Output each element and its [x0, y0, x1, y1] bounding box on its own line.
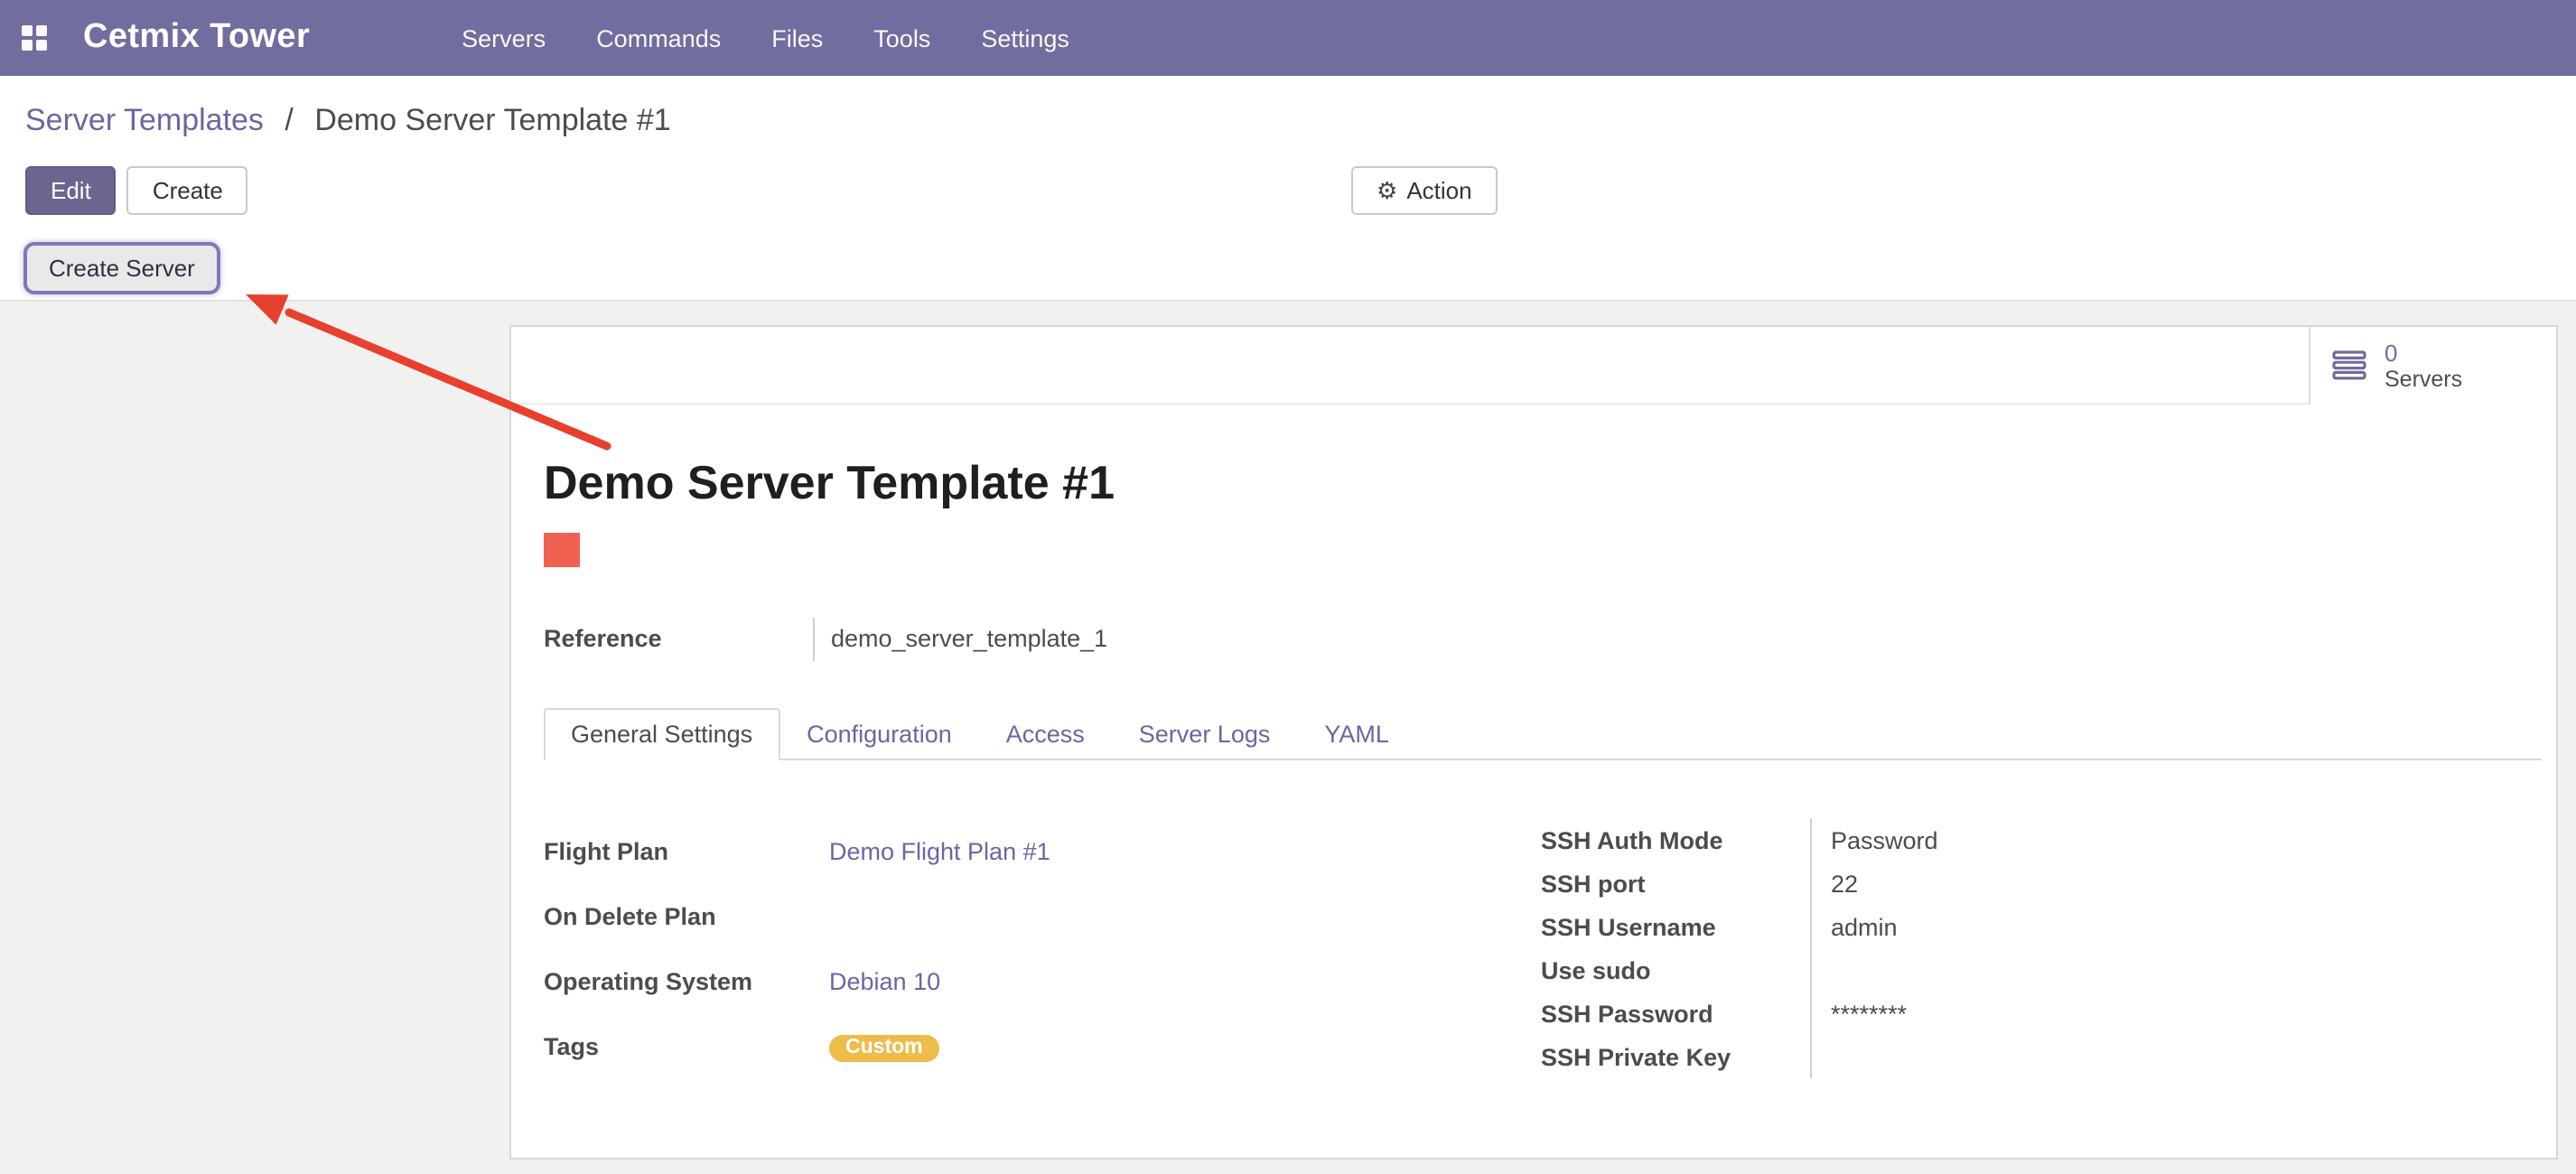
tab-access[interactable]: Access [979, 708, 1112, 760]
field-row-use-sudo: Use sudo [1541, 948, 2553, 992]
field-row-flight-plan: Flight Plan Demo Flight Plan #1 [544, 818, 1541, 883]
servers-label: Servers [2385, 366, 2462, 393]
field-row-tags: Tags Custom [544, 1013, 1541, 1078]
tab-yaml[interactable]: YAML [1297, 708, 1416, 760]
field-label-ssh-auth-mode: SSH Auth Mode [1541, 818, 1810, 862]
breadcrumb-server-templates[interactable]: Server Templates [25, 103, 264, 137]
field-row-operating-system: Operating System Debian 10 [544, 948, 1541, 1013]
field-label-ssh-port: SSH port [1541, 862, 1810, 905]
tab-server-logs[interactable]: Server Logs [1112, 708, 1298, 760]
action-menu-wrap: ⚙ Action [1351, 166, 1498, 215]
breadcrumb-separator: / [285, 103, 293, 137]
top-navbar: Cetmix Tower Servers Commands Files Tool… [0, 0, 2576, 76]
field-value-use-sudo [1810, 948, 2553, 992]
left-field-group: Flight Plan Demo Flight Plan #1 On Delet… [544, 818, 1541, 1078]
field-value-ssh-private-key [1810, 1035, 2553, 1078]
reference-field: Reference demo_server_template_1 [544, 618, 2556, 661]
top-menu: Servers Commands Files Tools Settings [436, 0, 1095, 76]
servers-icon [2332, 350, 2368, 381]
field-row-ssh-username: SSH Username admin [1541, 905, 2553, 948]
form-buttons: Edit Create [25, 166, 248, 215]
field-value-ssh-auth-mode: Password [1810, 818, 2553, 862]
field-value-tags: Custom [829, 1013, 1541, 1078]
tab-general-settings[interactable]: General Settings [544, 708, 779, 760]
record-title: Demo Server Template #1 [544, 455, 2556, 511]
reference-label: Reference [544, 618, 813, 661]
action-button[interactable]: ⚙ Action [1351, 166, 1498, 215]
field-label-flight-plan: Flight Plan [544, 818, 829, 883]
edit-button[interactable]: Edit [25, 166, 117, 215]
action-button-label: Action [1406, 175, 1471, 206]
field-label-use-sudo: Use sudo [1541, 948, 1810, 992]
notebook-tabs: General Settings Configuration Access Se… [544, 708, 2542, 760]
color-tag-square [544, 533, 580, 567]
gear-icon: ⚙ [1377, 179, 1397, 202]
servers-stat-text: 0 Servers [2385, 339, 2462, 393]
form-sheet: 0 Servers Demo Server Template #1 Refere… [509, 325, 2558, 1160]
create-server-button[interactable]: Create Server [23, 242, 220, 294]
servers-count: 0 [2385, 339, 2462, 366]
servers-stat-button[interactable]: 0 Servers [2309, 327, 2556, 405]
field-value-ssh-username: admin [1810, 905, 2553, 948]
flight-plan-link[interactable]: Demo Flight Plan #1 [829, 837, 1050, 864]
field-label-on-delete-plan: On Delete Plan [544, 883, 829, 948]
field-value-operating-system: Debian 10 [829, 948, 1541, 1013]
field-value-ssh-password: ******** [1810, 992, 2553, 1035]
button-box: 0 Servers [511, 327, 2556, 405]
field-value-on-delete-plan [829, 883, 1541, 948]
field-row-ssh-port: SSH port 22 [1541, 862, 2553, 905]
page: Cetmix Tower Servers Commands Files Tool… [0, 0, 2576, 1174]
menu-item-files[interactable]: Files [746, 0, 848, 76]
apps-grid-icon[interactable] [22, 25, 47, 51]
create-server-wrap: Create Server [23, 242, 220, 294]
field-label-ssh-password: SSH Password [1541, 992, 1810, 1035]
menu-item-servers[interactable]: Servers [436, 0, 571, 76]
breadcrumb: Server Templates / Demo Server Template … [25, 103, 671, 139]
field-label-ssh-private-key: SSH Private Key [1541, 1035, 1810, 1078]
menu-item-commands[interactable]: Commands [571, 0, 746, 76]
create-button[interactable]: Create [127, 166, 248, 215]
field-row-ssh-auth-mode: SSH Auth Mode Password [1541, 818, 2553, 862]
right-field-group: SSH Auth Mode Password SSH port 22 SSH U… [1541, 818, 2553, 1078]
field-label-ssh-username: SSH Username [1541, 905, 1810, 948]
field-label-operating-system: Operating System [544, 948, 829, 1013]
operating-system-link[interactable]: Debian 10 [829, 967, 940, 994]
field-label-tags: Tags [544, 1013, 829, 1078]
field-row-ssh-private-key: SSH Private Key [1541, 1035, 2553, 1078]
tag-badge-custom: Custom [829, 1034, 939, 1061]
menu-item-settings[interactable]: Settings [956, 0, 1095, 76]
field-value-flight-plan: Demo Flight Plan #1 [829, 818, 1541, 883]
reference-value: demo_server_template_1 [813, 618, 1107, 661]
tab-configuration[interactable]: Configuration [779, 708, 979, 760]
brand-title: Cetmix Tower [83, 18, 310, 58]
field-row-on-delete-plan: On Delete Plan [544, 883, 1541, 948]
breadcrumb-current: Demo Server Template #1 [314, 103, 670, 137]
field-groups: Flight Plan Demo Flight Plan #1 On Delet… [544, 818, 2556, 1078]
field-row-ssh-password: SSH Password ******** [1541, 992, 2553, 1035]
field-value-ssh-port: 22 [1810, 862, 2553, 905]
menu-item-tools[interactable]: Tools [848, 0, 956, 76]
